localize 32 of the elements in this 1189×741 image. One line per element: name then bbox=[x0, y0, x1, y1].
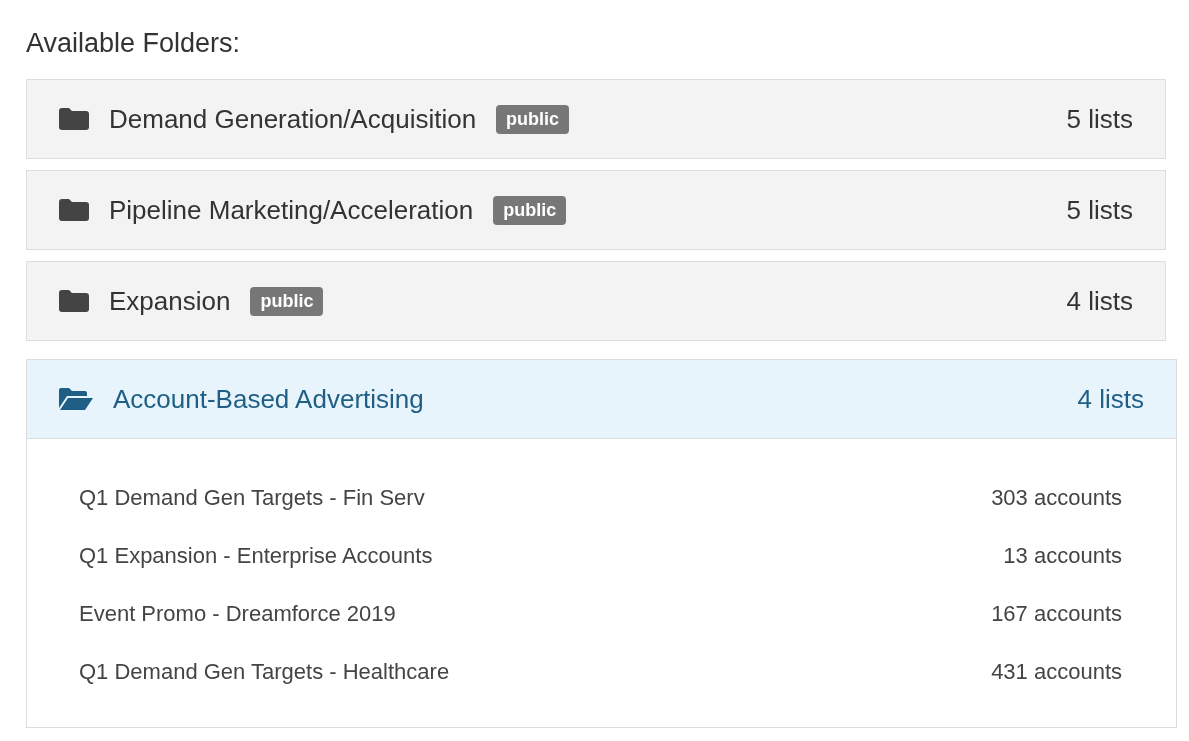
list-count: 5 lists bbox=[1066, 194, 1133, 226]
folder-header[interactable]: Expansion public 4 lists bbox=[27, 262, 1165, 340]
folder-name: Account-Based Advertising bbox=[113, 383, 424, 415]
account-count: 13 accounts bbox=[1003, 543, 1122, 569]
account-count: 431 accounts bbox=[991, 659, 1122, 685]
folder-header[interactable]: Demand Generation/Acquisition public 5 lists bbox=[27, 80, 1165, 158]
list-row[interactable]: Q1 Expansion - Enterprise Accounts 13 accounts bbox=[79, 527, 1122, 585]
folder-name: Expansion bbox=[109, 285, 231, 317]
folder-icon bbox=[59, 199, 89, 221]
account-count: 303 accounts bbox=[991, 485, 1122, 511]
list-name: Q1 Demand Gen Targets - Fin Serv bbox=[79, 485, 425, 511]
list-count: 5 lists bbox=[1066, 103, 1133, 135]
folder-icon bbox=[59, 290, 89, 312]
section-heading: Available Folders: bbox=[26, 28, 242, 59]
open-folder-icon bbox=[59, 388, 93, 410]
list-count: 4 lists bbox=[1077, 383, 1144, 415]
folder-header[interactable]: Account-Based Advertising 4 lists bbox=[27, 360, 1176, 439]
list-name: Event Promo - Dreamforce 2019 bbox=[79, 601, 396, 627]
folder-name: Pipeline Marketing/Acceleration bbox=[109, 194, 474, 226]
account-count: 167 accounts bbox=[991, 601, 1122, 627]
list-row[interactable]: Q1 Demand Gen Targets - Fin Serv 303 accounts bbox=[79, 469, 1122, 527]
visibility-badge: public bbox=[250, 286, 324, 316]
visibility-badge: public bbox=[493, 195, 567, 225]
visibility-badge: public bbox=[496, 104, 570, 134]
list-row[interactable]: Event Promo - Dreamforce 2019 167 accounts bbox=[79, 585, 1122, 643]
folder-icon bbox=[59, 108, 89, 130]
folder-header[interactable]: Pipeline Marketing/Acceleration public 5 lists bbox=[27, 171, 1165, 249]
list-name: Q1 Demand Gen Targets - Healthcare bbox=[79, 659, 450, 685]
list-name: Q1 Expansion - Enterprise Accounts bbox=[79, 543, 433, 569]
folder-name: Demand Generation/Acquisition bbox=[109, 103, 477, 135]
list-count: 4 lists bbox=[1066, 285, 1133, 317]
list-row[interactable]: Q1 Demand Gen Targets - Healthcare 431 accounts bbox=[79, 643, 1122, 701]
